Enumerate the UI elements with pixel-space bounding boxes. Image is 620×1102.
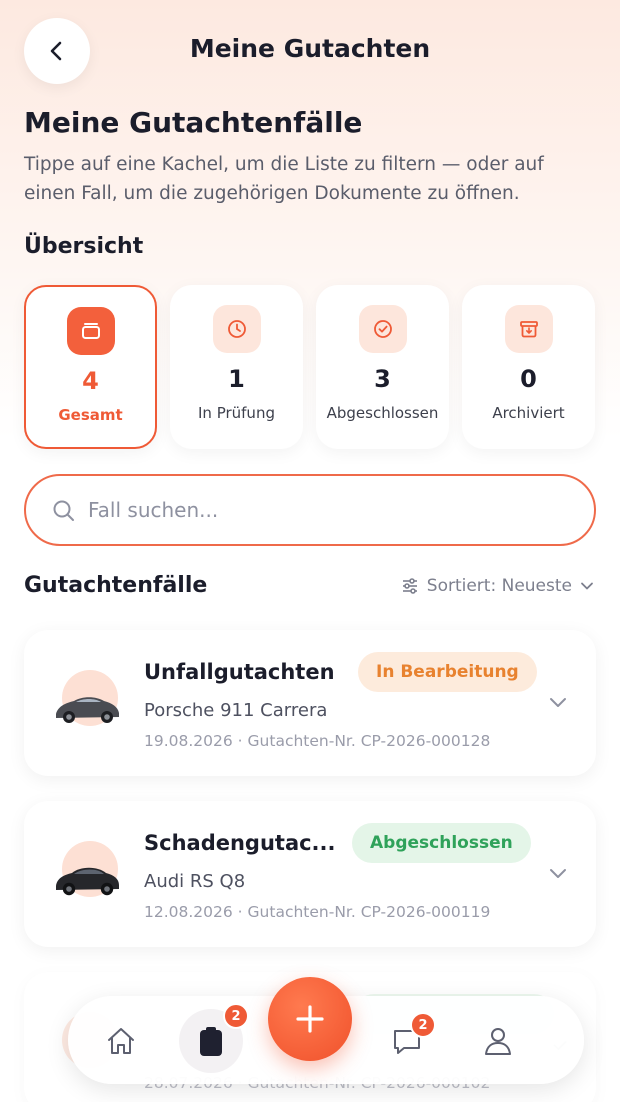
plus-icon: [296, 1005, 324, 1033]
car-icon: [56, 867, 119, 896]
car-thumbnail: [52, 841, 124, 913]
status-badge: Abgeschlossen: [352, 823, 531, 863]
tile-archiviert[interactable]: 0 Archiviert: [462, 285, 595, 449]
case-title: Unfallgutachten: [144, 660, 335, 684]
case-vehicle: Audi RS Q8: [144, 871, 246, 892]
tile-label: In Prüfung: [198, 404, 275, 422]
cases-heading: Gutachtenfälle: [24, 573, 208, 598]
case-meta: 12.08.2026 · Gutachten-Nr. CP-2026-00011…: [144, 903, 491, 921]
case-meta: 19.08.2026 · Gutachten-Nr. CP-2026-00012…: [144, 732, 491, 750]
page-title: Meine Gutachtenfälle: [24, 106, 363, 139]
chevron-down-icon: [580, 579, 594, 593]
nav-profile[interactable]: [475, 1018, 521, 1064]
clipboard-icon: [200, 1027, 222, 1056]
tile-gesamt[interactable]: 4 Gesamt: [24, 285, 157, 449]
tile-count: 3: [374, 365, 391, 393]
overview-tiles: 4 Gesamt 1 In Prüfung 3 Abgeschlossen 0 …: [24, 285, 597, 449]
tile-label: Gesamt: [58, 406, 123, 424]
search-icon: [53, 500, 74, 521]
notification-badge: 2: [223, 1003, 249, 1029]
page-description: Tippe auf eine Kachel, um die Liste zu f…: [24, 154, 544, 204]
tile-count: 4: [82, 367, 99, 395]
clock-icon: [212, 305, 261, 353]
check-circle-icon: [358, 305, 407, 353]
tile-abgeschlossen[interactable]: 3 Abgeschlossen: [316, 285, 449, 449]
tile-count: 0: [520, 365, 537, 393]
stack-icon: [66, 307, 115, 355]
case-vehicle: Porsche 911 Carrera: [144, 700, 328, 721]
case-card[interactable]: Schadengutac... Abgeschlossen Audi RS Q8…: [24, 801, 596, 947]
chevron-down-icon[interactable]: [548, 863, 568, 883]
car-icon: [56, 697, 119, 723]
search-input[interactable]: [88, 493, 568, 527]
user-icon: [485, 1028, 511, 1055]
home-icon: [108, 1028, 134, 1054]
sort-label: Sortiert: Neueste: [426, 576, 572, 596]
archive-icon: [504, 305, 553, 353]
sliders-icon: [401, 577, 419, 595]
nav-home[interactable]: [98, 1018, 144, 1064]
tile-label: Archiviert: [492, 404, 565, 422]
header-title: Meine Gutachten: [189, 34, 431, 63]
tile-in-pruefung[interactable]: 1 In Prüfung: [170, 285, 303, 449]
add-case-button[interactable]: [268, 977, 352, 1061]
car-thumbnail: [52, 670, 124, 742]
case-card[interactable]: Unfallgutachten In Bearbeitung Porsche 9…: [24, 630, 596, 776]
overview-heading: Übersicht: [24, 234, 144, 259]
search-bar[interactable]: [24, 474, 596, 546]
tile-label: Abgeschlossen: [326, 404, 439, 422]
nav-cases[interactable]: 2: [179, 1003, 249, 1073]
chevron-down-icon[interactable]: [548, 692, 568, 712]
sort-dropdown[interactable]: Sortiert: Neueste: [401, 576, 594, 596]
header: Meine Gutachten: [0, 18, 620, 84]
tile-count: 1: [228, 365, 245, 393]
notification-badge: 2: [410, 1012, 436, 1038]
nav-messages[interactable]: 2: [384, 1012, 436, 1064]
case-title: Schadengutac...: [144, 831, 336, 855]
status-badge: In Bearbeitung: [358, 652, 537, 692]
